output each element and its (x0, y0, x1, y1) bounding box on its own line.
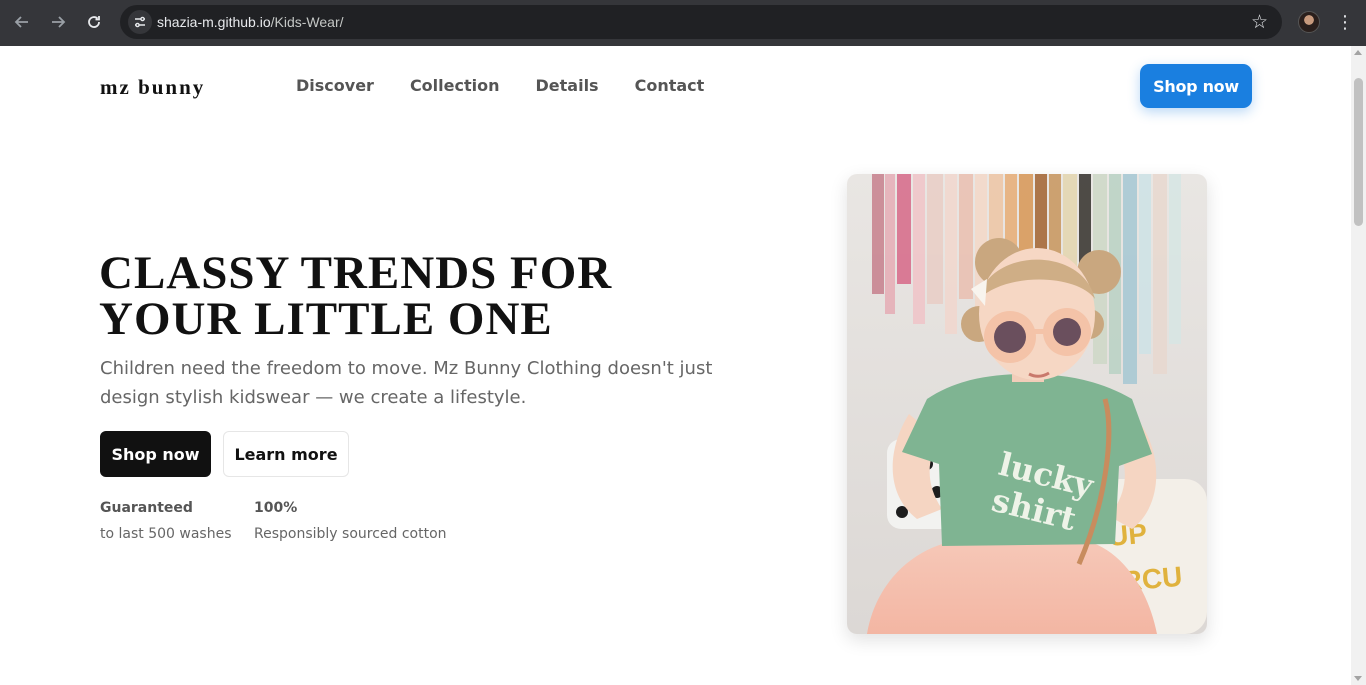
nav-details[interactable]: Details (536, 76, 599, 95)
url-host: shazia-m.github.io (157, 14, 271, 30)
scroll-thumb[interactable] (1354, 78, 1363, 226)
nav-contact[interactable]: Contact (635, 76, 705, 95)
scroll-down-arrow-icon[interactable] (1354, 676, 1362, 681)
stat-title: Guaranteed (100, 500, 193, 516)
brand-logo[interactable]: mz bunny (100, 75, 205, 100)
stat-desc: to last 500 washes (100, 526, 232, 542)
stat-desc: Responsibly sourced cotton (254, 526, 447, 542)
site-info-icon[interactable] (128, 10, 152, 34)
scroll-up-arrow-icon[interactable] (1354, 50, 1362, 55)
back-icon[interactable] (9, 9, 35, 35)
more-menu-icon[interactable]: ⋮ (1336, 10, 1354, 34)
header-shop-now-button[interactable]: Shop now (1140, 64, 1252, 108)
hero-headline-line2: YOUR LITTLE ONE (99, 293, 553, 345)
url-text: shazia-m.github.io/Kids-Wear/ (157, 14, 344, 30)
address-bar[interactable]: shazia-m.github.io/Kids-Wear/ ☆ (120, 5, 1282, 39)
hero-learn-more-button[interactable]: Learn more (223, 431, 349, 477)
forward-icon[interactable] (45, 9, 71, 35)
profile-avatar[interactable] (1298, 11, 1320, 33)
hero-subtitle: Children need the freedom to move. Mz Bu… (100, 358, 713, 408)
page-content: mz bunny Discover Collection Details Con… (0, 46, 1351, 685)
stat-washes: Guaranteed to last 500 washes (100, 498, 231, 544)
hero-shop-now-button[interactable]: Shop now (100, 431, 211, 477)
hero-photo: UP TERCU lucky shirt (847, 174, 1207, 634)
page-scrollbar[interactable] (1351, 46, 1366, 685)
hero-headline-line1: CLASSY TRENDS FOR (99, 247, 613, 299)
stat-cotton: 100% Responsibly sourced cotton (254, 498, 447, 544)
stat-title: 100% (254, 500, 298, 516)
nav-discover[interactable]: Discover (296, 76, 374, 95)
browser-toolbar: shazia-m.github.io/Kids-Wear/ ☆ ⋮ (0, 0, 1366, 46)
reload-icon[interactable] (81, 9, 107, 35)
url-path: /Kids-Wear/ (270, 14, 344, 30)
main-nav: Discover Collection Details Contact (296, 76, 704, 95)
hero-headline: CLASSY TRENDS FOR YOUR LITTLE ONE (99, 247, 739, 345)
nav-collection[interactable]: Collection (410, 76, 500, 95)
star-icon[interactable]: ☆ (1251, 11, 1268, 34)
